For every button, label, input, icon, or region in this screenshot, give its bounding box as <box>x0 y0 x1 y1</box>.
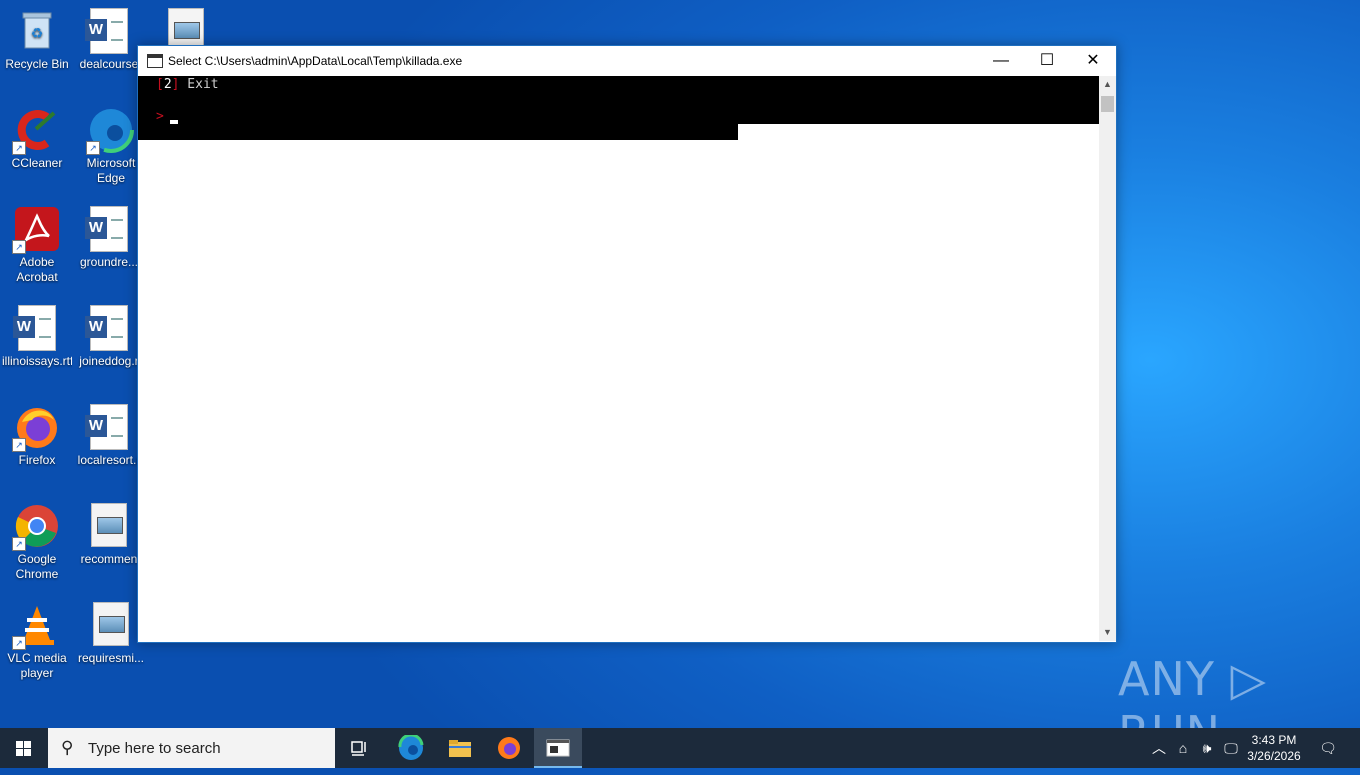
ccleaner-icon: ↗ <box>12 107 60 155</box>
console-taskbar-icon[interactable] <box>534 728 582 768</box>
desktop-icon-google-chrome[interactable]: ↗ Google Chrome <box>2 503 72 582</box>
desktop-icon-label: Recycle Bin <box>5 57 69 71</box>
desktop-icon-recommen[interactable]: recommen <box>74 503 144 567</box>
search-icon: ⚲ <box>61 738 74 757</box>
windows-logo-icon <box>16 741 31 756</box>
option-text: Exit <box>179 77 219 92</box>
adobe-acrobat-icon: ↗ <box>12 206 60 254</box>
console-line-exit: [2] Exit <box>156 77 219 92</box>
desktop-icon-adobe-acrobat[interactable]: ↗ Adobe Acrobat <box>2 206 72 285</box>
file-explorer-icon[interactable] <box>436 728 484 768</box>
console-prompt: > <box>156 109 164 124</box>
desktop-icon-label: joineddog.r <box>79 354 139 368</box>
console-black-region <box>138 76 1099 124</box>
shortcut-arrow-icon: ↗ <box>12 438 26 452</box>
text-cursor <box>170 120 178 124</box>
desktop-icon-label: Google Chrome <box>15 552 59 581</box>
desktop-icon-label: groundre... <box>79 255 139 269</box>
word-document-icon: W <box>13 305 60 351</box>
taskbar-clock[interactable]: 3:43 PM 3/26/2026 <box>1244 732 1304 764</box>
desktop-icon-requiresmi[interactable]: requiresmi... <box>76 602 146 666</box>
show-hidden-icons-chevron-icon[interactable]: ︿ <box>1150 728 1168 768</box>
window-titlebar[interactable]: Select C:\Users\admin\AppData\Local\Temp… <box>138 46 1116 76</box>
image-file-icon <box>86 503 132 549</box>
option-number: 2 <box>163 77 172 92</box>
network-icon[interactable]: 🖵 <box>1221 728 1241 768</box>
scroll-down-icon[interactable]: ▼ <box>1099 624 1116 641</box>
notification-center-icon[interactable]: 🗨 <box>1316 728 1340 768</box>
desktop-icon-vlc[interactable]: ↗ VLC media player <box>2 602 72 681</box>
desktop-icon-label: recommen <box>80 552 138 566</box>
word-document-icon: W <box>85 305 132 351</box>
desktop-icon-label: Microsoft Edge <box>86 156 136 185</box>
recycle-bin-icon: ♻ <box>14 8 60 54</box>
word-document-icon: W <box>85 206 132 252</box>
edge-icon: ↗ <box>86 107 134 155</box>
desktop-icon-localresort[interactable]: W localresort.r <box>74 404 144 468</box>
firefox-taskbar-icon[interactable] <box>485 728 533 768</box>
desktop-icon-label: illinoissays.rtf <box>2 354 72 368</box>
desktop-icon-label: Adobe Acrobat <box>16 255 58 284</box>
desktop-icon-joineddog[interactable]: W joineddog.r <box>74 305 144 369</box>
desktop-icon-label: localresort.r <box>77 453 141 467</box>
console-app-icon <box>147 54 163 68</box>
scrollbar-thumb[interactable] <box>1101 96 1114 112</box>
meet-now-icon[interactable]: ⌂ <box>1174 728 1192 768</box>
close-button[interactable]: ✕ <box>1070 46 1116 76</box>
desktop-icon-recycle-bin[interactable]: ♻ Recycle Bin <box>2 8 72 72</box>
vertical-scrollbar[interactable]: ▲ ▼ <box>1099 76 1116 641</box>
shortcut-arrow-icon: ↗ <box>12 636 26 650</box>
task-view-icon[interactable] <box>336 728 384 768</box>
search-placeholder: Type here to search <box>88 740 221 757</box>
desktop-icon-dealcourse[interactable]: W dealcourse <box>74 8 144 72</box>
desktop-icon-label: dealcourse <box>79 57 139 71</box>
edge-taskbar-icon[interactable] <box>387 728 435 768</box>
desktop-icon-microsoft-edge[interactable]: ↗ Microsoft Edge <box>76 107 146 186</box>
desktop-icon-illinoissays[interactable]: W illinoissays.rtf <box>2 305 72 369</box>
taskbar-search-box[interactable]: ⚲ Type here to search <box>48 728 335 768</box>
shortcut-arrow-icon: ↗ <box>12 141 26 155</box>
start-button[interactable] <box>0 728 48 768</box>
window-title: Select C:\Users\admin\AppData\Local\Temp… <box>168 54 463 68</box>
desktop-icon-label: CCleaner <box>11 156 63 170</box>
desktop-icon-label: VLC media player <box>7 651 67 680</box>
word-document-icon: W <box>85 8 132 54</box>
svg-text:♻: ♻ <box>31 25 44 41</box>
image-file-icon <box>88 602 134 648</box>
shortcut-arrow-icon: ↗ <box>12 240 26 254</box>
desktop-icon-label: requiresmi... <box>77 651 145 665</box>
shortcut-arrow-icon: ↗ <box>12 537 26 551</box>
shortcut-arrow-icon: ↗ <box>86 141 100 155</box>
maximize-button[interactable]: ☐ <box>1024 46 1070 76</box>
clock-date: 3/26/2026 <box>1247 749 1301 763</box>
minimize-button[interactable]: — <box>978 46 1024 76</box>
clock-time: 3:43 PM <box>1251 733 1297 747</box>
word-document-icon: W <box>85 404 132 450</box>
bracket-open: [ <box>156 77 164 92</box>
chrome-icon: ↗ <box>12 503 60 551</box>
desktop-icon-groundre[interactable]: W groundre... <box>74 206 144 270</box>
console-output-area[interactable]: [2] Exit > <box>138 76 1099 641</box>
desktop-icon-ccleaner[interactable]: ↗ CCleaner <box>2 107 72 171</box>
desktop-icon-label: Firefox <box>18 453 56 467</box>
taskbar: ⚲ Type here to search ︿ ⌂ 🕪 🖵 3:43 PM 3/… <box>0 728 1360 768</box>
volume-icon[interactable]: 🕪 <box>1197 728 1217 768</box>
vlc-cone-icon: ↗ <box>12 602 60 650</box>
desktop-icon-firefox[interactable]: ↗ Firefox <box>2 404 72 468</box>
console-black-region <box>138 124 738 140</box>
scroll-up-icon[interactable]: ▲ <box>1099 76 1116 93</box>
firefox-icon: ↗ <box>12 404 60 452</box>
console-window[interactable]: Select C:\Users\admin\AppData\Local\Temp… <box>137 45 1117 643</box>
